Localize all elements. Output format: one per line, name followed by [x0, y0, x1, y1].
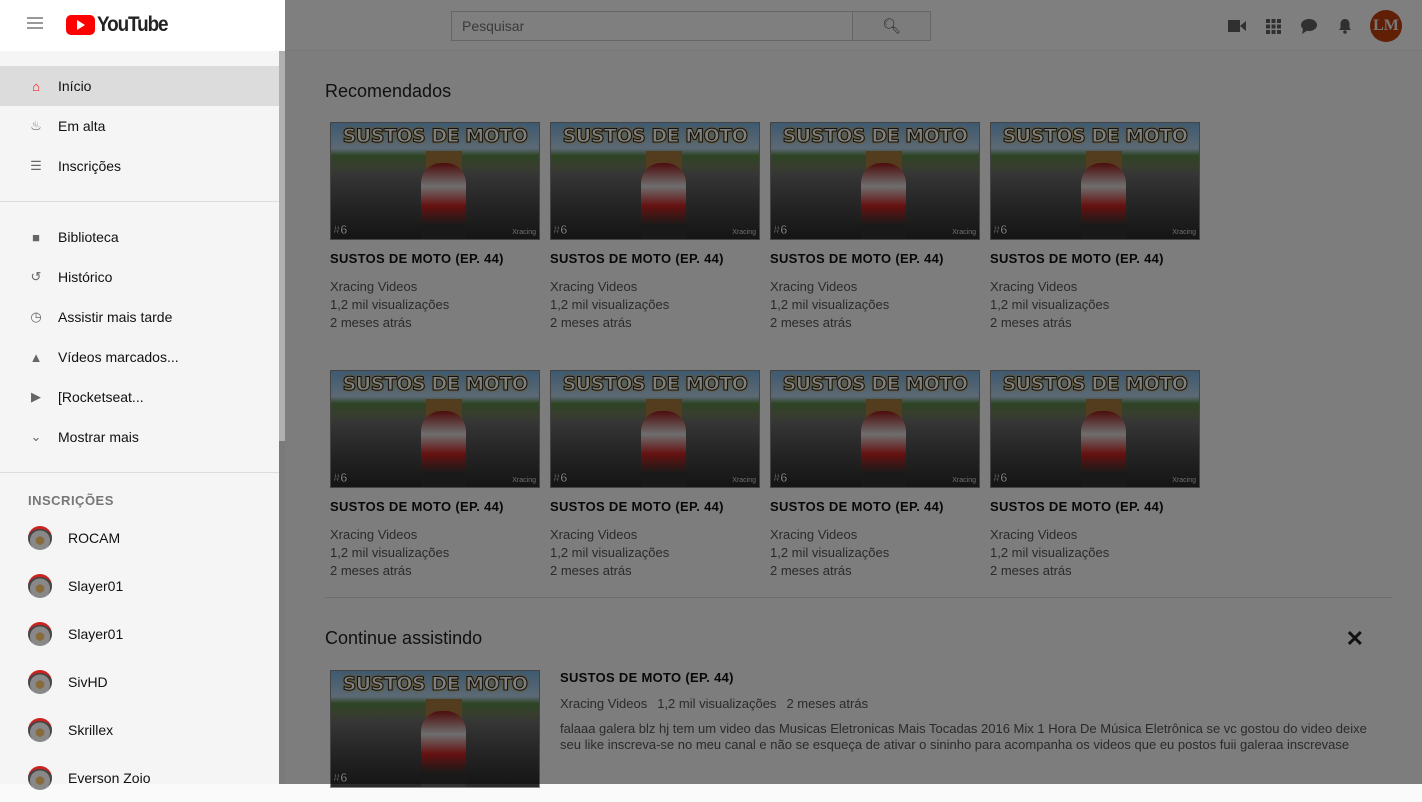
sidebar-item-label: Assistir mais tarde	[58, 309, 173, 325]
channel-avatar	[28, 526, 52, 550]
hamburger-menu-icon[interactable]	[27, 17, 43, 29]
channel-avatar	[28, 574, 52, 598]
sidebar-item-label: Mostrar mais	[58, 429, 139, 445]
channel-avatar	[28, 718, 52, 742]
sidebar-library-item-2[interactable]: ◷ Assistir mais tarde	[0, 297, 279, 337]
channel-avatar	[28, 622, 52, 646]
channel-name: Skrillex	[68, 722, 114, 738]
sidebar-item-2[interactable]: ☰ Inscrições	[0, 146, 279, 186]
sidebar-item-1[interactable]: ♨︎ Em alta	[0, 106, 279, 146]
sidebar-divider	[0, 472, 279, 473]
subscription-item[interactable]: Slayer01	[0, 562, 279, 610]
sidebar-library-item-3[interactable]: ▲ Vídeos marcados...	[0, 337, 279, 377]
sidebar-library-item-0[interactable]: ■ Biblioteca	[0, 217, 279, 257]
history-icon: ↺	[30, 269, 42, 284]
home-icon: ⌂	[32, 78, 40, 94]
channel-name: ROCAM	[68, 530, 121, 546]
clock-icon: ◷	[30, 309, 42, 324]
logo-text: YouTube	[97, 13, 169, 36]
subscription-item[interactable]: Skrillex	[0, 706, 279, 754]
sidebar-item-label: Em alta	[58, 118, 106, 134]
play-icon: ▶	[31, 389, 41, 404]
sidebar-divider	[0, 201, 279, 202]
channel-avatar	[28, 766, 52, 790]
chevron-down-icon: ⌄	[30, 429, 42, 444]
sidebar-item-label: Biblioteca	[58, 229, 119, 245]
channel-name: SivHD	[68, 674, 108, 690]
sidebar-library-item-1[interactable]: ↺ Histórico	[0, 257, 279, 297]
subscription-item[interactable]: Slayer01	[0, 610, 279, 658]
subscriptions-icon: ☰	[30, 158, 42, 173]
sidebar-library-item-4[interactable]: ▶ [Rocketseat...	[0, 377, 279, 417]
subscription-item[interactable]: Everson Zoio	[0, 754, 279, 802]
sidebar-item-label: Histórico	[58, 269, 113, 285]
sidebar-item-label: [Rocketseat...	[58, 389, 144, 405]
folder-icon: ■	[32, 229, 40, 245]
subscription-item[interactable]: SivHD	[0, 658, 279, 706]
flame-icon: ♨︎	[30, 118, 42, 133]
sidebar-item-label: Inscrições	[58, 158, 122, 174]
channel-name: Slayer01	[68, 578, 124, 594]
sidebar-item-label: Início	[58, 78, 92, 94]
sidebar: YouTube ⌂ Início ♨︎ Em alta ☰ Inscrições ■ Bibl…	[0, 0, 285, 790]
thumbs-up-icon: ▲	[29, 349, 43, 365]
play-logo-icon	[66, 15, 95, 35]
channel-avatar	[28, 670, 52, 694]
sidebar-item-0[interactable]: ⌂ Início	[0, 66, 279, 106]
sidebar-library-item-5[interactable]: ⌄ Mostrar mais	[0, 417, 279, 457]
channel-name: Slayer01	[68, 626, 124, 642]
subscription-item[interactable]: ROCAM	[0, 514, 279, 562]
sidebar-item-label: Vídeos marcados...	[58, 349, 179, 365]
sidebar-scrollbar[interactable]	[279, 51, 285, 784]
youtube-logo[interactable]: YouTube	[66, 13, 175, 37]
subscriptions-heading: INSCRIÇÕES	[28, 493, 114, 508]
